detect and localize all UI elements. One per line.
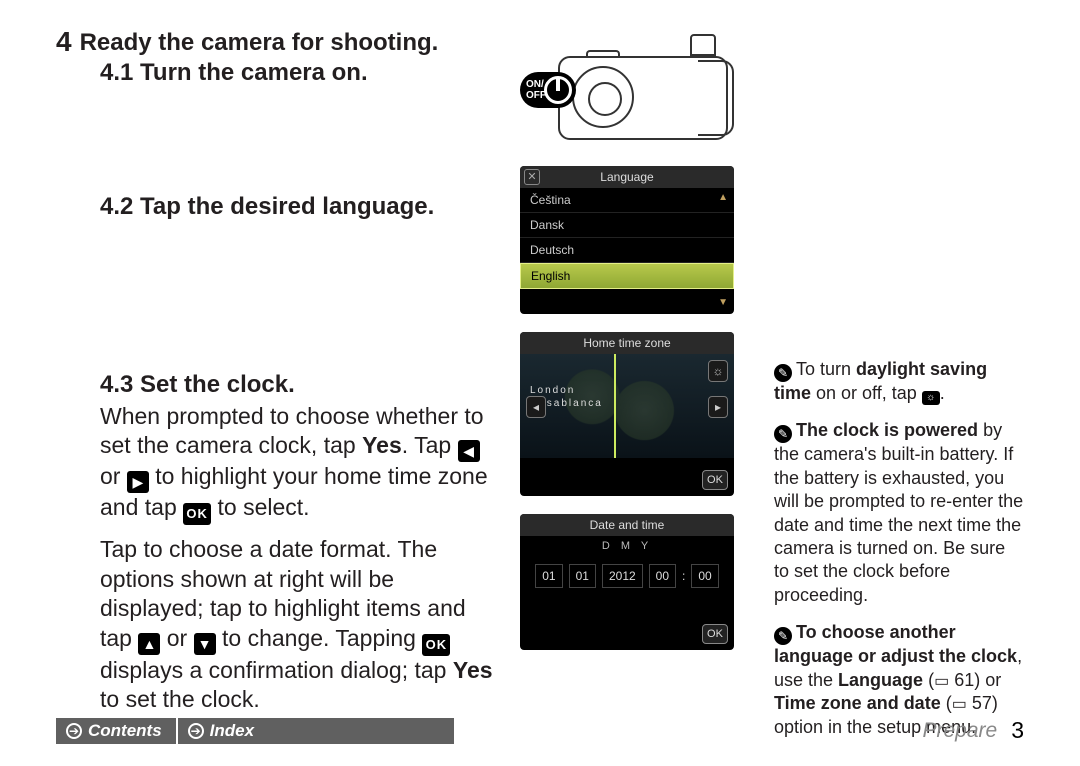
page-number: 3 xyxy=(1011,717,1024,744)
language-screen: ✕ Language Čeština Dansk Deutsch English… xyxy=(520,166,734,314)
dst-button: ☼ xyxy=(708,360,728,382)
dt-ok-button: OK xyxy=(702,624,728,644)
clock-instruction-1: When prompted to choose whether to set t… xyxy=(56,402,496,525)
screenshots-column: ON/OFF ✕ Language Čeština Dansk Deutsch … xyxy=(520,28,750,754)
close-icon: ✕ xyxy=(524,169,540,185)
tips-column: ✎To turn daylight saving time on or off,… xyxy=(774,28,1024,754)
step-title: Ready the camera for shooting. xyxy=(80,29,439,56)
ok-icon-2: OK xyxy=(422,634,450,656)
left-arrow-icon: ◀ xyxy=(458,440,480,462)
datetime-title: Date and time xyxy=(590,518,665,532)
substep-4-2: 4.2 Tap the desired language. xyxy=(56,192,496,222)
section-name: Prepare xyxy=(922,719,997,743)
date-day: 01 xyxy=(535,564,562,588)
timezone-screen: Home time zone LondonCasablanca ◂ ▸ ☼ OK xyxy=(520,332,734,496)
down-arrow-icon: ▼ xyxy=(194,633,216,655)
scroll-up-icon: ▲ xyxy=(718,192,728,203)
page-footer: ➔Contents ➔Index Prepare 3 xyxy=(56,717,1024,744)
book-icon: ▭ xyxy=(934,673,949,690)
date-min: 00 xyxy=(691,564,718,588)
date-month: 01 xyxy=(569,564,596,588)
tip-dst: ✎To turn daylight saving time on or off,… xyxy=(774,358,1024,405)
main-instructions: 4 Ready the camera for shooting. 4.1 Tur… xyxy=(56,28,496,754)
lang-option: Čeština xyxy=(520,188,734,213)
tz-ok-button: OK xyxy=(702,470,728,490)
tz-left-button: ◂ xyxy=(526,396,546,418)
date-hour: 00 xyxy=(649,564,676,588)
dst-icon: ☼ xyxy=(922,391,940,405)
up-arrow-icon: ▲ xyxy=(138,633,160,655)
pencil-icon: ✎ xyxy=(774,425,792,443)
datetime-screen: Date and time D M Y 01 01 2012 00 : 00 O… xyxy=(520,514,734,650)
arrow-icon: ➔ xyxy=(188,723,204,739)
tip-battery: ✎The clock is powered by the camera's bu… xyxy=(774,419,1024,607)
substep-4-3: 4.3 Set the clock. xyxy=(56,370,496,400)
language-title: Language xyxy=(600,170,653,184)
clock-instruction-2: Tap to choose a date format. The options… xyxy=(56,535,496,714)
camera-illustration: ON/OFF xyxy=(520,28,738,148)
pencil-icon: ✎ xyxy=(774,627,792,645)
scroll-down-icon: ▼ xyxy=(718,297,728,308)
lang-option: Dansk xyxy=(520,213,734,238)
date-format: D M Y xyxy=(520,536,734,556)
step-number: 4 xyxy=(56,28,72,56)
lang-option: Deutsch xyxy=(520,238,734,263)
index-link[interactable]: ➔Index xyxy=(178,718,454,744)
on-off-button-illustration: ON/OFF xyxy=(520,72,576,108)
pencil-icon: ✎ xyxy=(774,364,792,382)
date-year: 2012 xyxy=(602,564,643,588)
right-arrow-icon: ▶ xyxy=(127,471,149,493)
timezone-title: Home time zone xyxy=(583,336,670,350)
arrow-icon: ➔ xyxy=(66,723,82,739)
contents-link[interactable]: ➔Contents xyxy=(56,718,176,744)
ok-icon: OK xyxy=(183,503,211,525)
book-icon: ▭ xyxy=(952,696,967,713)
tz-right-button: ▸ xyxy=(708,396,728,418)
substep-4-1: 4.1 Turn the camera on. xyxy=(56,58,496,88)
lang-option-selected: English xyxy=(520,263,734,289)
